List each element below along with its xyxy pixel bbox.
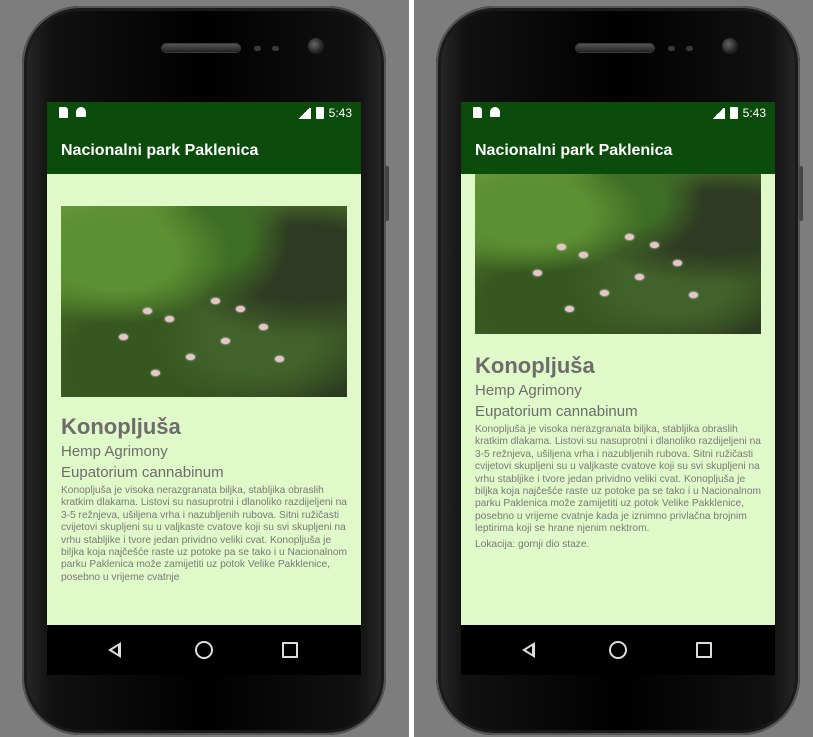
plant-name-latin: Eupatorium cannabinum — [61, 464, 224, 481]
speaker-grille — [576, 44, 654, 52]
android-icon — [76, 107, 86, 117]
front-camera-icon — [722, 38, 738, 54]
recents-icon[interactable] — [279, 640, 301, 660]
battery-icon — [729, 107, 738, 119]
power-button — [385, 166, 389, 221]
front-camera-icon — [308, 38, 324, 54]
app-bar: Nacionalni park Paklenica — [461, 124, 775, 174]
app-title: Nacionalni park Paklenica — [475, 142, 673, 159]
back-icon[interactable] — [105, 640, 127, 660]
plant-photo — [475, 174, 761, 334]
speaker-grille — [162, 44, 240, 52]
home-icon[interactable] — [193, 640, 215, 660]
signal-icon — [710, 107, 725, 119]
plant-detail-scroll[interactable]: Konopljuša Hemp Agrimony Eupatorium cann… — [47, 174, 361, 625]
back-icon[interactable] — [519, 640, 541, 660]
android-icon — [490, 107, 500, 117]
plant-name-english: Hemp Agrimony — [475, 382, 582, 399]
sd-card-icon — [473, 107, 482, 118]
status-time: 5:43 — [328, 106, 352, 120]
app-bar: Nacionalni park Paklenica — [47, 124, 361, 174]
phone-right: 5:43 Nacionalni park Paklenica Konopljuš… — [436, 6, 803, 735]
plant-name-english: Hemp Agrimony — [61, 443, 168, 460]
battery-icon — [315, 107, 324, 119]
app-title: Nacionalni park Paklenica — [61, 142, 259, 159]
nav-bar — [47, 625, 361, 675]
nav-bar — [461, 625, 775, 675]
sensor — [254, 46, 261, 51]
phone-left: 5:43 Nacionalni park Paklenica Konopljuš… — [22, 6, 389, 735]
plant-photo — [61, 206, 347, 397]
sensor — [686, 46, 693, 51]
plant-location: Lokacija: gornji dio staze. — [475, 538, 590, 550]
status-bar: 5:43 — [461, 102, 775, 124]
plant-name-croatian: Konopljuša — [475, 353, 595, 378]
status-bar: 5:43 — [47, 102, 361, 124]
screen-left: 5:43 Nacionalni park Paklenica Konopljuš… — [47, 102, 361, 675]
signal-icon — [296, 107, 311, 119]
screen-right: 5:43 Nacionalni park Paklenica Konopljuš… — [461, 102, 775, 675]
plant-name-croatian: Konopljuša — [61, 414, 181, 439]
home-icon[interactable] — [607, 640, 629, 660]
power-button — [799, 166, 803, 221]
plant-description: Konopljuša je visoka nerazgranata biljka… — [61, 485, 347, 583]
plant-detail-scroll[interactable]: Konopljuša Hemp Agrimony Eupatorium cann… — [461, 174, 775, 625]
sensor — [668, 46, 675, 51]
plant-name-latin: Eupatorium cannabinum — [475, 403, 638, 420]
status-time: 5:43 — [742, 106, 766, 120]
plant-description: Konopljuša je visoka nerazgranata biljka… — [475, 424, 761, 535]
recents-icon[interactable] — [693, 640, 715, 660]
sd-card-icon — [59, 107, 68, 118]
sensor — [272, 46, 279, 51]
